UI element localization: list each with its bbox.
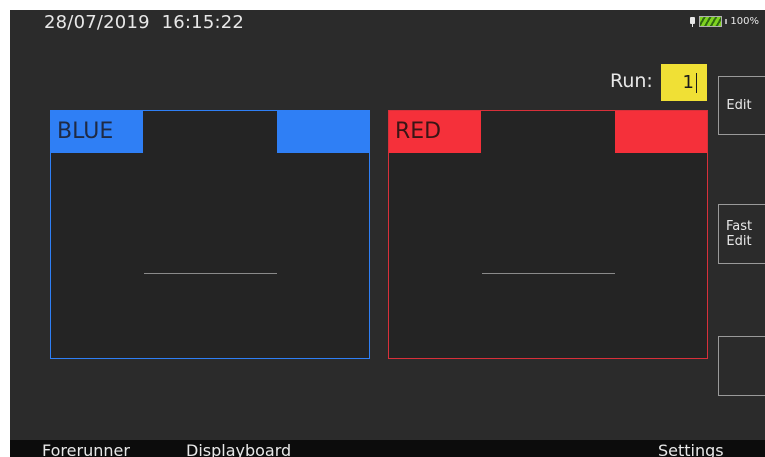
red-panel-header: RED — [389, 111, 707, 153]
time-text: 16:15:22 — [161, 12, 245, 33]
device-screen: 28/07/2019 16:15:22 100% Run: 1 BLUE RED… — [10, 10, 765, 457]
battery-indicator: 100% — [689, 16, 759, 27]
fast-edit-button[interactable]: Fast Edit — [718, 204, 765, 264]
battery-tip — [725, 19, 728, 24]
blue-panel[interactable]: BLUE — [50, 110, 370, 359]
run-value: 1 — [682, 72, 694, 93]
run-input[interactable]: 1 — [661, 64, 707, 101]
bottom-tab-bar: Forerunner Displayboard Settings — [10, 440, 765, 457]
edit-button[interactable]: Edit — [718, 76, 765, 135]
red-panel-title: RED — [395, 119, 442, 144]
tab-settings[interactable]: Settings — [658, 441, 724, 457]
battery-icon — [699, 16, 723, 27]
blue-panel-title: BLUE — [57, 119, 114, 144]
run-label: Run: — [610, 70, 653, 92]
blue-panel-divider — [144, 273, 277, 274]
red-panel-divider — [482, 273, 615, 274]
datetime-display: 28/07/2019 16:15:22 — [44, 12, 244, 33]
text-caret — [696, 72, 697, 93]
date-text: 28/07/2019 — [44, 12, 150, 33]
red-score-slot — [481, 111, 615, 153]
blank-button[interactable] — [718, 336, 765, 396]
red-panel[interactable]: RED — [388, 110, 708, 359]
plug-icon — [689, 16, 696, 27]
battery-percent: 100% — [730, 16, 759, 27]
tab-displayboard[interactable]: Displayboard — [186, 441, 291, 457]
tab-forerunner[interactable]: Forerunner — [42, 441, 130, 457]
blue-panel-header: BLUE — [51, 111, 369, 153]
blue-score-slot — [143, 111, 277, 153]
